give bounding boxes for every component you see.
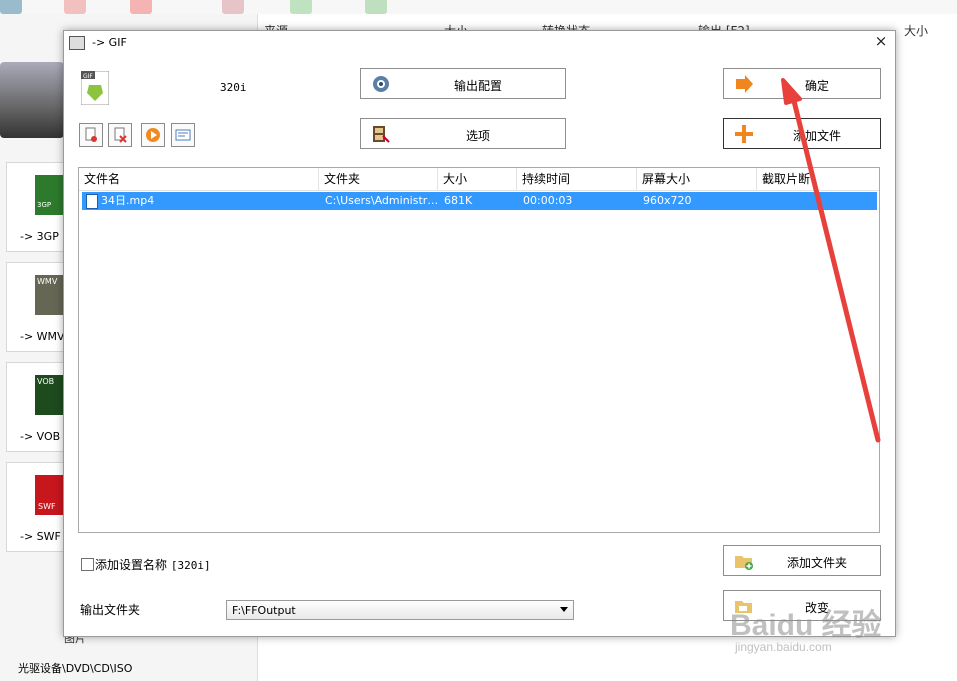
info-button[interactable] bbox=[171, 123, 195, 147]
category-label: -> VOB bbox=[20, 430, 61, 443]
category-label: -> 3GP bbox=[20, 230, 59, 243]
folder-cell: C:\Users\Administr… bbox=[325, 194, 437, 207]
video-file-icon bbox=[86, 194, 98, 209]
search-icon[interactable] bbox=[365, 0, 387, 14]
size-cell: 681K bbox=[444, 194, 473, 207]
file-list[interactable]: 文件名 文件夹 大小 持续时间 屏幕大小 截取片断 34日.mp4 C:\Use… bbox=[78, 167, 880, 533]
column-header[interactable]: 截取片断 bbox=[757, 168, 877, 190]
convert-dialog: -> GIF × GIF 320i 输出配置 选项 确定 添加文件 文件名 文件… bbox=[63, 30, 896, 637]
optical-devices-label[interactable]: 光驱设备\DVD\CD\ISO bbox=[18, 660, 132, 676]
watermark-logo: Baidu 经验 bbox=[730, 609, 882, 642]
toolbar-icon[interactable] bbox=[0, 0, 22, 14]
file-list-header: 文件名 文件夹 大小 持续时间 屏幕大小 截取片断 bbox=[79, 168, 879, 191]
table-row[interactable]: 34日.mp4 C:\Users\Administr… 681K 00:00:0… bbox=[82, 192, 877, 210]
watermark-url: jingyan.baidu.com bbox=[735, 640, 832, 654]
output-folder-label: 输出文件夹 bbox=[80, 603, 141, 617]
options-button[interactable]: 选项 bbox=[360, 118, 566, 149]
output-folder-select[interactable]: F:\FFOutput bbox=[226, 600, 574, 620]
dialog-titlebar: -> GIF × bbox=[64, 31, 895, 55]
category-swf[interactable]: SWF -> SWF bbox=[6, 462, 68, 552]
add-folder-label: 添加文件夹 bbox=[786, 556, 847, 570]
document-remove-icon bbox=[85, 127, 97, 142]
options-label: 选项 bbox=[465, 129, 490, 143]
play-icon bbox=[146, 128, 160, 142]
mobile-devices-icon[interactable] bbox=[0, 62, 64, 138]
output-config-button[interactable]: 输出配置 bbox=[360, 68, 566, 99]
clear-icon[interactable] bbox=[130, 0, 152, 14]
category-label: -> WMV bbox=[20, 330, 65, 343]
screen-size-cell: 960x720 bbox=[643, 194, 692, 207]
dialog-title: -> GIF bbox=[92, 36, 127, 49]
ok-button[interactable]: 确定 bbox=[723, 68, 881, 99]
remove-icon[interactable] bbox=[64, 0, 86, 14]
file-name-cell: 34日.mp4 bbox=[101, 194, 155, 207]
delete-setting-button[interactable] bbox=[108, 123, 132, 147]
category-wmv[interactable]: WMV -> WMV bbox=[6, 262, 68, 352]
column-header[interactable]: 文件名 bbox=[79, 168, 319, 190]
column-header[interactable]: 屏幕大小 bbox=[637, 168, 757, 190]
column-header[interactable]: 大小 bbox=[438, 168, 517, 190]
start-icon[interactable] bbox=[290, 0, 312, 14]
category-vob[interactable]: VOB -> VOB bbox=[6, 362, 68, 452]
background-toolbar bbox=[0, 0, 957, 14]
gif-format-icon: GIF bbox=[81, 71, 109, 105]
add-file-label: 添加文件 bbox=[792, 129, 841, 143]
add-file-button[interactable]: 添加文件 bbox=[723, 118, 881, 149]
duration-cell: 00:00:03 bbox=[523, 194, 573, 207]
add-setting-name-label[interactable]: 添加设置名称 [320i] bbox=[95, 556, 211, 573]
category-3gp[interactable]: 3GP -> 3GP bbox=[6, 162, 68, 252]
column-header[interactable]: 文件夹 bbox=[319, 168, 438, 190]
info-card-icon bbox=[175, 129, 191, 141]
add-setting-name-checkbox[interactable] bbox=[81, 558, 94, 571]
app-icon bbox=[69, 36, 85, 50]
stop-icon[interactable] bbox=[222, 0, 244, 14]
ok-label: 确定 bbox=[804, 79, 829, 93]
dropdown-arrow-icon bbox=[560, 607, 568, 612]
preset-label: 320i bbox=[220, 81, 247, 94]
column-header[interactable]: 持续时间 bbox=[517, 168, 637, 190]
play-button[interactable] bbox=[141, 123, 165, 147]
document-delete-icon bbox=[114, 127, 127, 143]
clip-cell bbox=[763, 192, 873, 210]
category-label: -> SWF bbox=[20, 530, 61, 543]
add-folder-button[interactable]: 添加文件夹 bbox=[723, 545, 881, 576]
output-folder-value: F:\FFOutput bbox=[232, 604, 296, 617]
svg-text:GIF: GIF bbox=[83, 73, 93, 80]
close-button[interactable]: × bbox=[873, 33, 889, 49]
output-config-label: 输出配置 bbox=[453, 79, 502, 93]
remove-setting-button[interactable] bbox=[79, 123, 103, 147]
